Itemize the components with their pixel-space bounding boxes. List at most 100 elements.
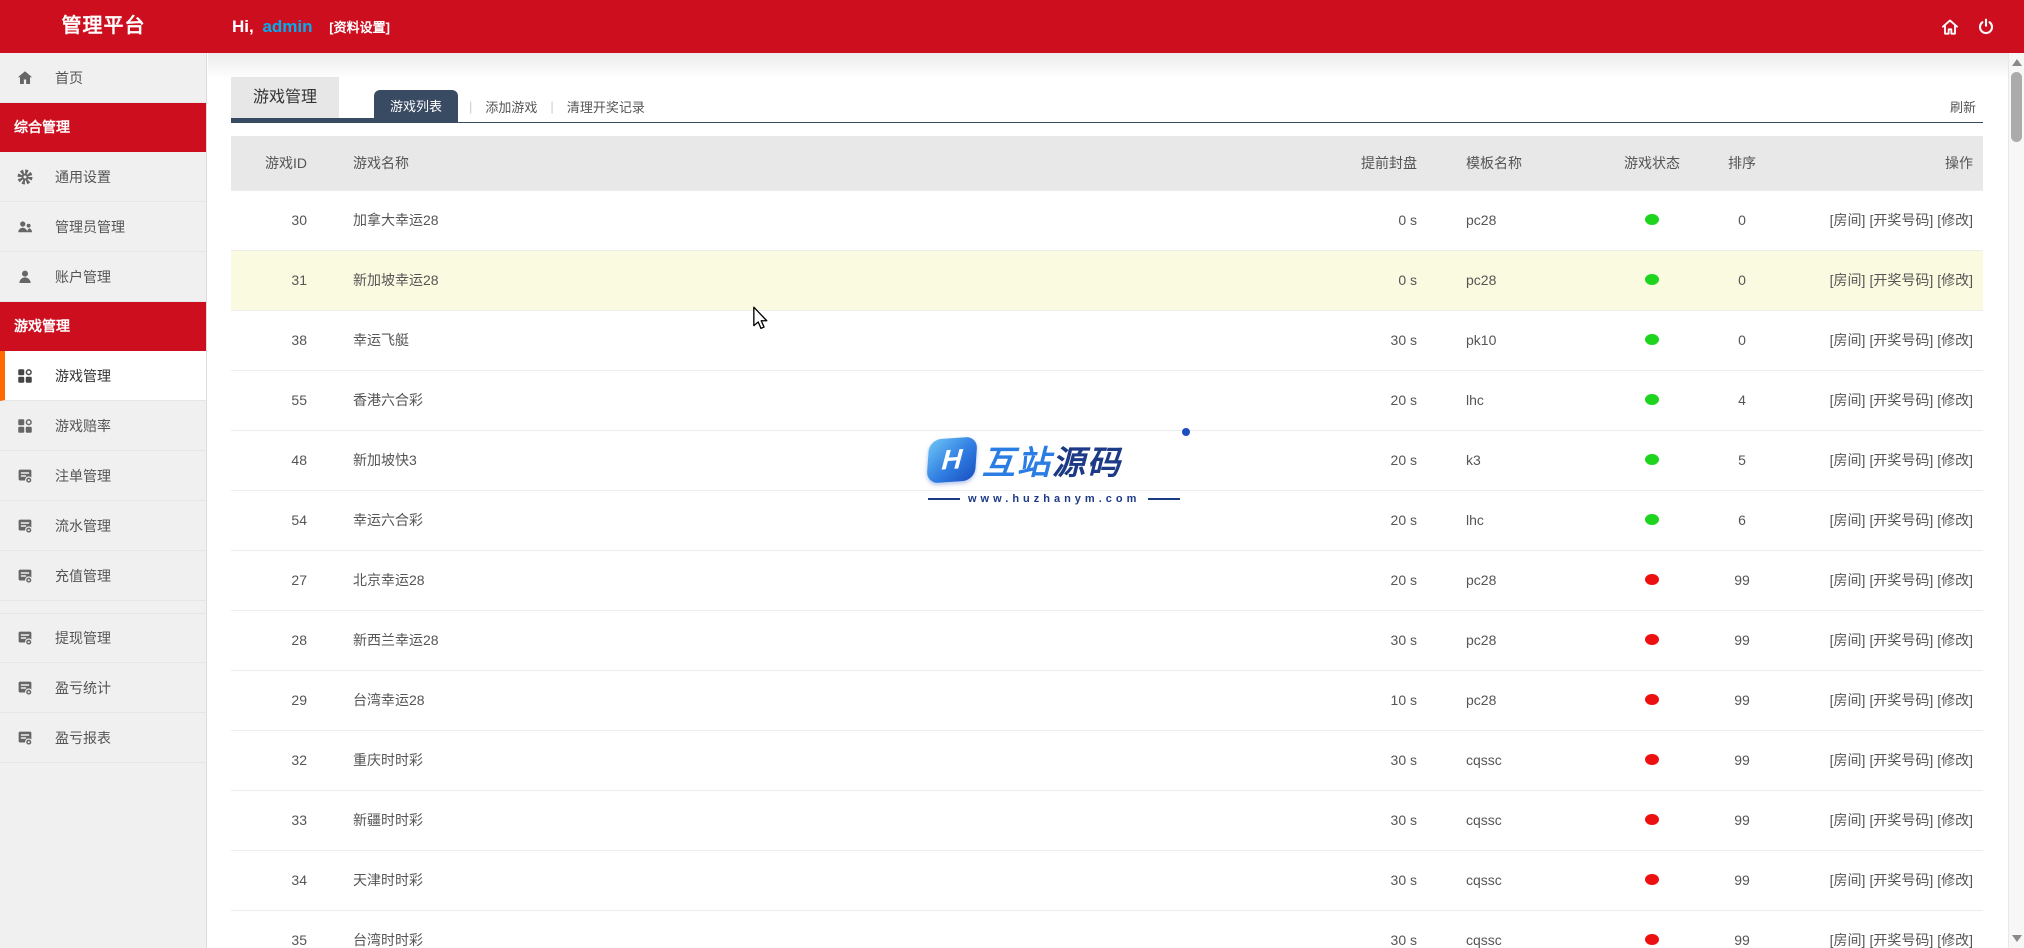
action-room[interactable]: [房间] xyxy=(1830,452,1866,468)
action-room[interactable]: [房间] xyxy=(1830,932,1866,948)
table-row: 34 天津时时彩 30 s cqssc 99 [房间] [开奖号码] [修改] xyxy=(231,850,1983,910)
sidebar-item-account-management[interactable]: 账户管理 xyxy=(0,252,206,302)
action-edit[interactable]: [修改] xyxy=(1937,212,1973,228)
scrollbar-thumb[interactable] xyxy=(2011,72,2022,142)
cell-actions: [房间] [开奖号码] [修改] xyxy=(1787,550,1983,610)
status-dot-on xyxy=(1645,334,1659,345)
cell-game-status xyxy=(1607,490,1697,550)
vertical-scrollbar[interactable] xyxy=(2008,53,2024,948)
status-dot-on xyxy=(1645,454,1659,465)
home-icon xyxy=(16,69,34,87)
action-draw-number[interactable]: [开奖号码] xyxy=(1869,272,1933,288)
table-row: 30 加拿大幸运28 0 s pc28 0 [房间] [开奖号码] [修改] xyxy=(231,190,1983,250)
action-room[interactable]: [房间] xyxy=(1830,812,1866,828)
sidebar-item-admin-management[interactable]: 管理员管理 xyxy=(0,202,206,252)
cell-game-status xyxy=(1607,670,1697,730)
power-logout-icon[interactable] xyxy=(1976,17,1996,37)
action-edit[interactable]: [修改] xyxy=(1937,452,1973,468)
action-draw-number[interactable]: [开奖号码] xyxy=(1869,212,1933,228)
action-edit[interactable]: [修改] xyxy=(1937,272,1973,288)
greeting-prefix: Hi, xyxy=(232,17,254,36)
tab-game-list[interactable]: 游戏列表 xyxy=(374,90,459,123)
cell-game-name: 重庆时时彩 xyxy=(353,752,423,768)
action-edit[interactable]: [修改] xyxy=(1937,632,1973,648)
action-edit[interactable]: [修改] xyxy=(1937,812,1973,828)
action-edit[interactable]: [修改] xyxy=(1937,332,1973,348)
top-header-bar: 管理平台 Hi, admin [资料设置] xyxy=(0,0,2024,53)
scrollbar-up-arrow-icon[interactable] xyxy=(2012,59,2022,66)
action-room[interactable]: [房间] xyxy=(1830,392,1866,408)
home-icon[interactable] xyxy=(1940,17,1960,37)
cell-game-id: 31 xyxy=(291,272,307,288)
cell-sort: 99 xyxy=(1734,632,1750,648)
sidebar-item-profit-statistics[interactable]: 盈亏统计 xyxy=(0,663,206,713)
sidebar-item-bet-order-management[interactable]: 注单管理 xyxy=(0,451,206,501)
action-draw-number[interactable]: [开奖号码] xyxy=(1869,692,1933,708)
action-draw-number[interactable]: [开奖号码] xyxy=(1869,572,1933,588)
action-draw-number[interactable]: [开奖号码] xyxy=(1869,452,1933,468)
action-edit[interactable]: [修改] xyxy=(1937,872,1973,888)
cell-sort: 99 xyxy=(1734,692,1750,708)
sidebar-item-home[interactable]: 首页 xyxy=(0,53,206,103)
sidebar-item-game-odds[interactable]: 游戏赔率 xyxy=(0,401,206,451)
action-edit[interactable]: [修改] xyxy=(1937,512,1973,528)
table-row: 31 新加坡幸运28 0 s pc28 0 [房间] [开奖号码] [修改] xyxy=(231,250,1983,310)
cell-template-name: pk10 xyxy=(1466,332,1497,348)
action-edit[interactable]: [修改] xyxy=(1937,752,1973,768)
sidebar-item-withdrawal-management[interactable]: 提现管理 xyxy=(0,613,206,663)
column-header: 提前封盘 xyxy=(1361,154,1417,171)
sidebar-section-general-management: 综合管理 xyxy=(0,103,206,152)
status-dot-off xyxy=(1645,694,1659,705)
action-edit[interactable]: [修改] xyxy=(1937,572,1973,588)
refresh-button[interactable]: 刷新 xyxy=(1950,97,1976,116)
sidebar-item-game-management[interactable]: 游戏管理 xyxy=(0,351,206,401)
sidebar-item-label: 首页 xyxy=(55,69,83,86)
action-edit[interactable]: [修改] xyxy=(1937,932,1973,948)
sidebar-item-recharge-management[interactable]: 充值管理 xyxy=(0,551,206,601)
action-room[interactable]: [房间] xyxy=(1830,272,1866,288)
cell-close-ahead: 30 s xyxy=(1390,632,1417,648)
action-room[interactable]: [房间] xyxy=(1830,872,1866,888)
cell-template-name: lhc xyxy=(1466,512,1484,528)
action-room[interactable]: [房间] xyxy=(1830,692,1866,708)
cell-close-ahead: 0 s xyxy=(1398,272,1417,288)
action-draw-number[interactable]: [开奖号码] xyxy=(1869,332,1933,348)
action-room[interactable]: [房间] xyxy=(1830,632,1866,648)
action-edit[interactable]: [修改] xyxy=(1937,392,1973,408)
action-edit[interactable]: [修改] xyxy=(1937,692,1973,708)
cell-actions: [房间] [开奖号码] [修改] xyxy=(1787,670,1983,730)
column-header: 排序 xyxy=(1728,154,1756,171)
sidebar-item-general-settings[interactable]: 通用设置 xyxy=(0,152,206,202)
action-draw-number[interactable]: [开奖号码] xyxy=(1869,632,1933,648)
action-room[interactable]: [房间] xyxy=(1830,752,1866,768)
action-room[interactable]: [房间] xyxy=(1830,512,1866,528)
cell-game-status xyxy=(1607,190,1697,250)
action-room[interactable]: [房间] xyxy=(1830,332,1866,348)
scrollbar-down-arrow-icon[interactable] xyxy=(2012,935,2022,942)
action-draw-number[interactable]: [开奖号码] xyxy=(1869,812,1933,828)
cell-game-status xyxy=(1607,310,1697,370)
cell-game-id: 33 xyxy=(291,812,307,828)
action-draw-number[interactable]: [开奖号码] xyxy=(1869,932,1933,948)
sidebar-item-label: 盈亏报表 xyxy=(55,729,111,746)
cell-game-status xyxy=(1607,610,1697,670)
action-draw-number[interactable]: [开奖号码] xyxy=(1869,752,1933,768)
table-row: 28 新西兰幸运28 30 s pc28 99 [房间] [开奖号码] [修改] xyxy=(231,610,1983,670)
action-room[interactable]: [房间] xyxy=(1830,212,1866,228)
tab-clear-draw-records[interactable]: 清理开奖记录 xyxy=(565,97,647,116)
cell-close-ahead: 20 s xyxy=(1390,392,1417,408)
profile-settings-link[interactable]: [资料设置] xyxy=(329,20,390,35)
status-dot-on xyxy=(1645,274,1659,285)
sidebar-item-profit-report[interactable]: 盈亏报表 xyxy=(0,713,206,763)
cell-actions: [房间] [开奖号码] [修改] xyxy=(1787,610,1983,670)
table-row: 48 新加坡快3 20 s k3 5 [房间] [开奖号码] [修改] xyxy=(231,430,1983,490)
action-draw-number[interactable]: [开奖号码] xyxy=(1869,872,1933,888)
cell-game-id: 30 xyxy=(291,212,307,228)
action-draw-number[interactable]: [开奖号码] xyxy=(1869,392,1933,408)
action-draw-number[interactable]: [开奖号码] xyxy=(1869,512,1933,528)
tab-add-game[interactable]: 添加游戏 xyxy=(483,97,539,116)
sidebar-item-turnover-management[interactable]: 流水管理 xyxy=(0,501,206,551)
action-room[interactable]: [房间] xyxy=(1830,572,1866,588)
cell-actions: [房间] [开奖号码] [修改] xyxy=(1787,910,1983,948)
cell-template-name: pc28 xyxy=(1466,632,1497,648)
